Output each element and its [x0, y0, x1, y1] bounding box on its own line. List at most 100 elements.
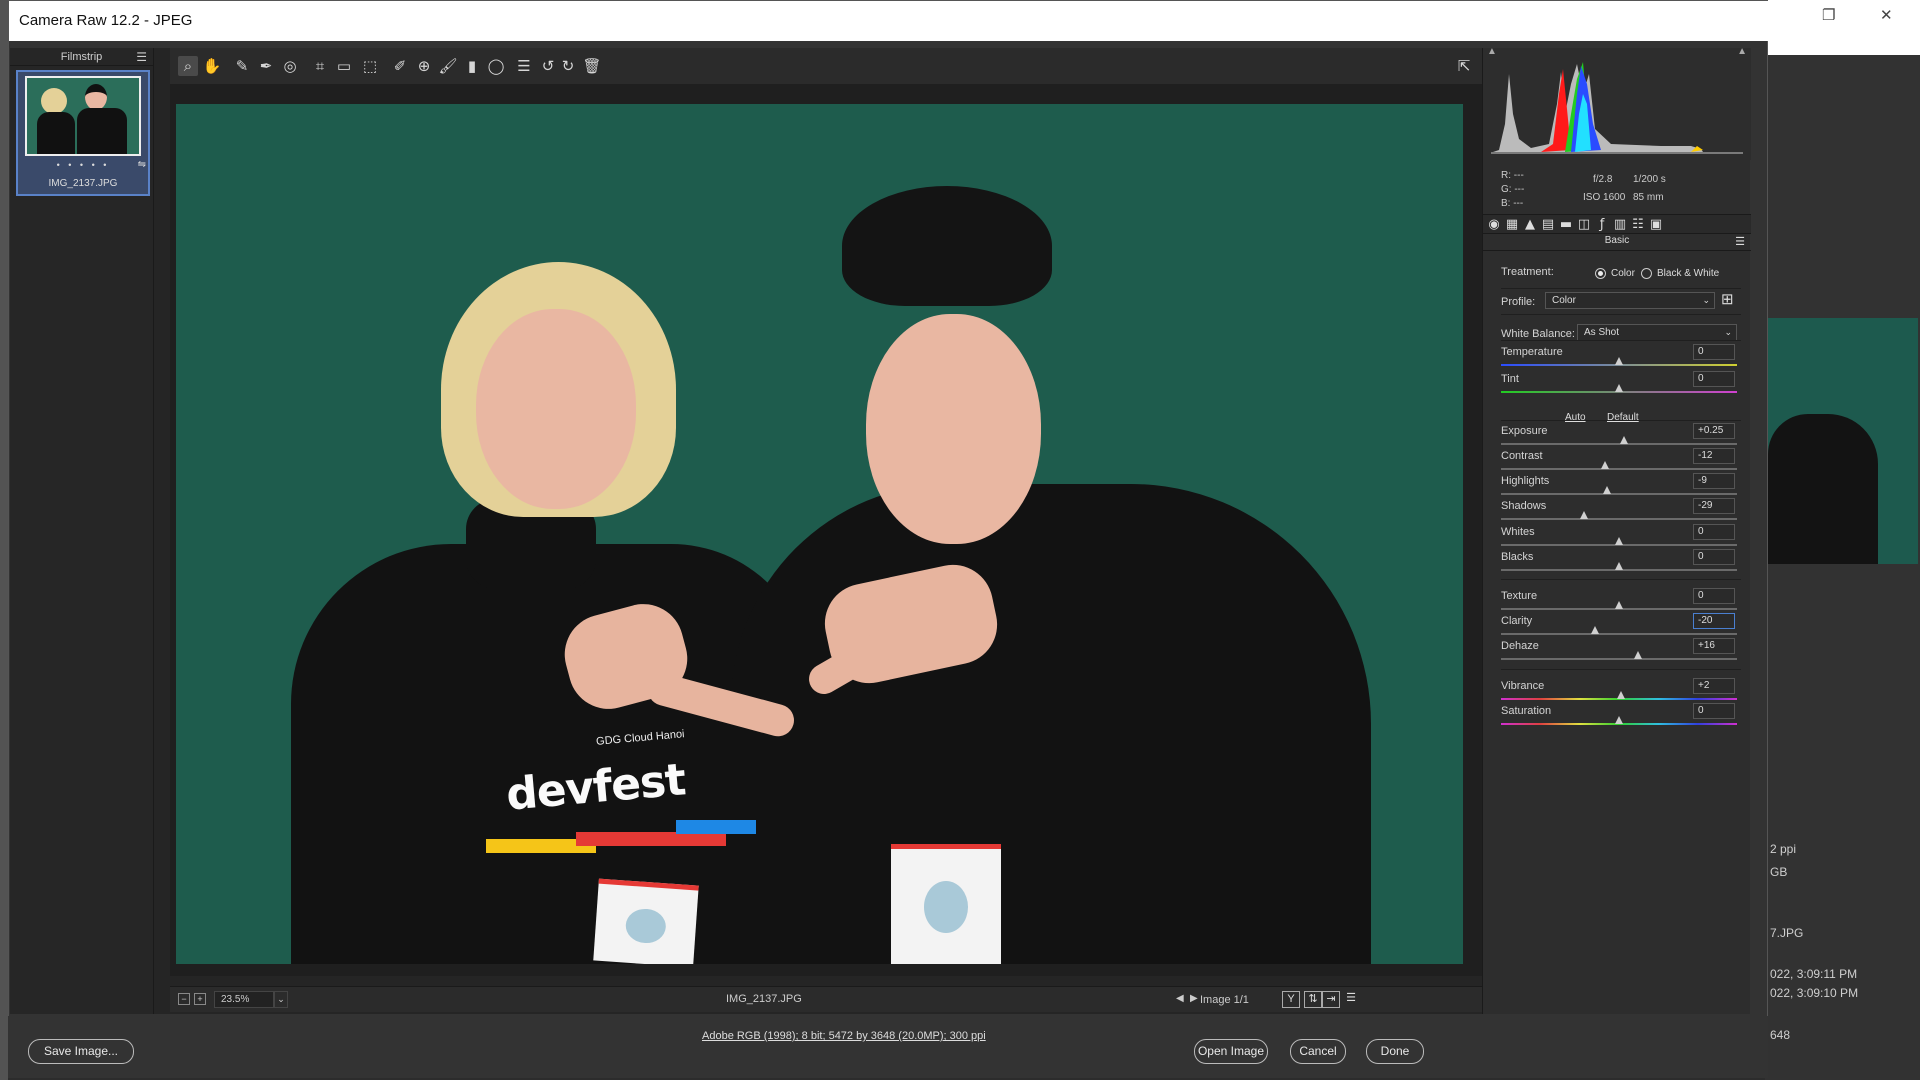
rotate-cw-icon[interactable]: ↻: [558, 56, 578, 76]
divider: [1501, 669, 1741, 670]
transform-tool-icon[interactable]: ⬚: [360, 56, 380, 76]
slider-track-dehaze[interactable]: [1501, 658, 1737, 660]
zoom-level[interactable]: 23.5%: [214, 991, 274, 1008]
targeted-adjustment-icon[interactable]: ◎: [280, 56, 300, 76]
slider-thumb-whites[interactable]: [1615, 537, 1623, 545]
slider-label-contrast: Contrast: [1501, 450, 1543, 462]
lens-tab-icon[interactable]: ◫: [1575, 216, 1593, 234]
crop-tool-icon[interactable]: ⌗: [310, 56, 330, 76]
photo-preview[interactable]: devfest GDG Cloud Hanoi: [176, 104, 1463, 964]
profile-browser-icon[interactable]: ⊞: [1721, 290, 1734, 308]
radial-filter-icon[interactable]: ◯: [486, 56, 506, 76]
hsl-tab-icon[interactable]: ▤: [1539, 216, 1557, 234]
graduated-filter-icon[interactable]: ▮: [462, 56, 482, 76]
workflow-options-link[interactable]: Adobe RGB (1998); 8 bit; 5472 by 3648 (2…: [702, 1030, 986, 1042]
swap-settings-icon[interactable]: ⇅: [1304, 991, 1322, 1008]
slider-value-contrast[interactable]: -12: [1693, 448, 1735, 464]
rotate-ccw-icon[interactable]: ↺: [538, 56, 558, 76]
slider-track-clarity[interactable]: [1501, 633, 1737, 635]
bg-fragment: GB: [1770, 865, 1788, 879]
panel-menu-icon[interactable]: ☰: [1735, 235, 1745, 248]
histogram-graph: [1491, 62, 1743, 154]
save-image-button[interactable]: Save Image...: [28, 1039, 134, 1064]
slider-value-whites[interactable]: 0: [1693, 524, 1735, 540]
slider-thumb-contrast[interactable]: [1600, 461, 1609, 469]
trash-icon[interactable]: 🗑: [582, 56, 602, 76]
man-badge: [891, 844, 1001, 964]
snapshots-tab-icon[interactable]: ▣: [1647, 216, 1665, 234]
fullscreen-icon[interactable]: ⇱: [1454, 56, 1474, 76]
slider-thumb-saturation[interactable]: [1615, 716, 1623, 724]
slider-thumb-texture[interactable]: [1615, 601, 1623, 609]
filmstrip-thumbnail[interactable]: • • • • • ⇋ IMG_2137.JPG: [16, 70, 150, 196]
slider-value-saturation[interactable]: 0: [1693, 703, 1735, 719]
detail-tab-icon[interactable]: ▲: [1521, 216, 1539, 234]
slider-value-shadows[interactable]: -29: [1693, 498, 1735, 514]
next-image-icon[interactable]: ▶: [1190, 993, 1198, 1004]
rating-stars[interactable]: • • • • •: [18, 160, 148, 170]
spot-removal-icon[interactable]: ✐: [390, 56, 410, 76]
slider-value-exposure[interactable]: +0.25: [1693, 423, 1735, 439]
straighten-tool-icon[interactable]: ▭: [334, 56, 354, 76]
slider-thumb-clarity[interactable]: [1591, 626, 1600, 634]
slider-value-clarity[interactable]: -20: [1693, 613, 1735, 629]
slider-thumb-exposure[interactable]: [1619, 436, 1628, 444]
slider-value-vibrance[interactable]: +2: [1693, 678, 1735, 694]
default-link[interactable]: Default: [1607, 412, 1639, 423]
zoom-tool-icon[interactable]: ⌕: [178, 56, 198, 76]
wb-select[interactable]: As Shot ⌄: [1577, 324, 1737, 341]
auto-link[interactable]: Auto: [1565, 412, 1586, 423]
shadow-clip-icon[interactable]: ▲: [1487, 46, 1497, 57]
slider-value-temperature[interactable]: 0: [1693, 344, 1735, 360]
slider-track-highlights[interactable]: [1501, 493, 1737, 495]
rgb-g: G: ---: [1501, 184, 1525, 195]
highlight-clip-icon[interactable]: ▲: [1737, 46, 1747, 57]
white-balance-tool-icon[interactable]: ✎: [232, 56, 252, 76]
slider-value-tint[interactable]: 0: [1693, 371, 1735, 387]
menu-icon[interactable]: ☰: [136, 48, 147, 66]
cancel-button[interactable]: Cancel: [1290, 1039, 1346, 1064]
prev-image-icon[interactable]: ◀: [1176, 993, 1184, 1004]
slider-track-shadows[interactable]: [1501, 518, 1737, 520]
woman-badge: [593, 878, 699, 964]
slider-thumb-highlights[interactable]: [1603, 486, 1612, 494]
divider: [1501, 288, 1741, 289]
slider-thumb-blacks[interactable]: [1615, 562, 1623, 570]
profile-select[interactable]: Color ⌄: [1545, 292, 1715, 309]
slider-value-texture[interactable]: 0: [1693, 588, 1735, 604]
open-image-button[interactable]: Open Image: [1194, 1039, 1268, 1064]
before-after-y-button[interactable]: Y: [1282, 991, 1300, 1008]
tone-curve-tab-icon[interactable]: ▦: [1503, 216, 1521, 234]
restore-icon[interactable]: ❐: [1822, 6, 1835, 24]
slider-thumb-dehaze[interactable]: [1633, 651, 1642, 659]
done-button[interactable]: Done: [1366, 1039, 1424, 1064]
preferences-icon[interactable]: ☰: [514, 56, 534, 76]
slider-value-dehaze[interactable]: +16: [1693, 638, 1735, 654]
treatment-bw-radio[interactable]: [1641, 268, 1652, 279]
effects-tab-icon[interactable]: ƒ: [1593, 216, 1611, 234]
adjustment-brush-icon[interactable]: 🖌: [438, 56, 458, 76]
slider-value-highlights[interactable]: -9: [1693, 473, 1735, 489]
slider-thumb-temperature[interactable]: [1615, 357, 1623, 365]
bg-fragment: 648: [1770, 1028, 1791, 1042]
slider-thumb-shadows[interactable]: [1579, 511, 1588, 519]
treatment-color-radio[interactable]: [1595, 268, 1606, 279]
preview-preferences-icon[interactable]: ☰: [1342, 991, 1360, 1008]
zoom-in-button[interactable]: +: [194, 993, 206, 1005]
copy-settings-icon[interactable]: ⇥: [1322, 991, 1340, 1008]
presets-tab-icon[interactable]: ☷: [1629, 216, 1647, 234]
red-eye-icon[interactable]: ⊕: [414, 56, 434, 76]
color-sampler-tool-icon[interactable]: ✒: [256, 56, 276, 76]
split-toning-tab-icon[interactable]: ▬: [1557, 216, 1575, 234]
chevron-down-icon[interactable]: ⌄: [274, 991, 288, 1008]
slider-track-contrast[interactable]: [1501, 468, 1737, 470]
close-icon[interactable]: ✕: [1880, 6, 1893, 24]
hand-tool-icon[interactable]: ✋: [202, 56, 222, 76]
calibration-tab-icon[interactable]: ▥: [1611, 216, 1629, 234]
zoom-out-button[interactable]: −: [178, 993, 190, 1005]
basic-tab-icon[interactable]: ◉: [1485, 216, 1503, 234]
slider-thumb-vibrance[interactable]: [1617, 691, 1626, 699]
slider-thumb-tint[interactable]: [1615, 384, 1623, 392]
flag-icon[interactable]: ⇋: [138, 159, 146, 170]
slider-value-blacks[interactable]: 0: [1693, 549, 1735, 565]
